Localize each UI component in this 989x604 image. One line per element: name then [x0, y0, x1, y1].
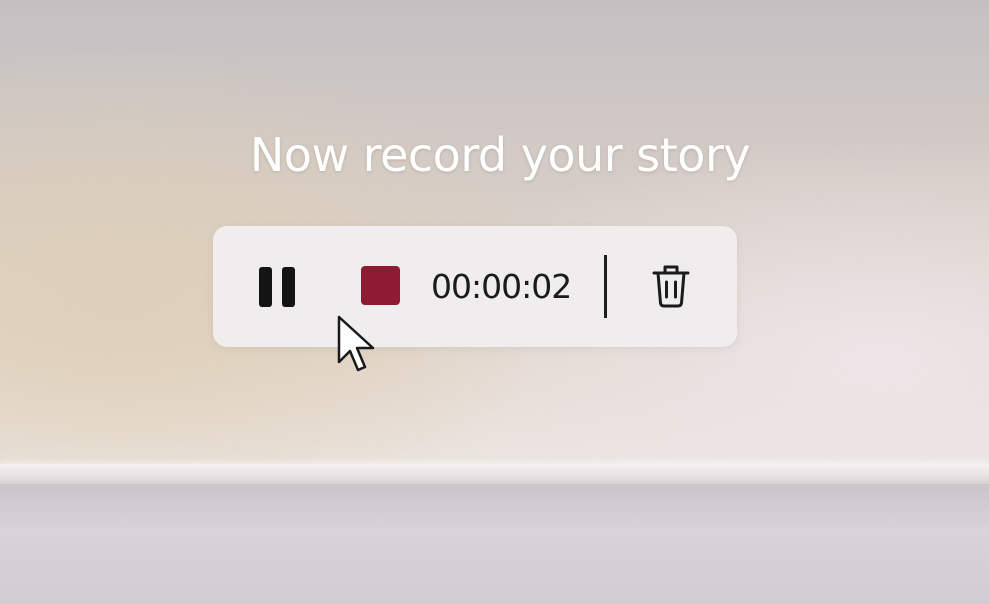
recording-timer: 00:00:02 [431, 267, 572, 306]
shelf-edge [0, 464, 989, 484]
delete-button[interactable] [648, 262, 694, 310]
trash-icon [652, 265, 690, 308]
pause-icon-bar-left [259, 267, 272, 307]
pause-icon-bar-right [282, 267, 295, 307]
mouse-pointer-icon [337, 315, 375, 372]
toolbar-divider [604, 255, 607, 318]
pause-button[interactable] [248, 262, 306, 312]
page-title: Now record your story [249, 128, 751, 182]
shelf-front [0, 484, 989, 604]
stop-button[interactable] [361, 266, 400, 305]
